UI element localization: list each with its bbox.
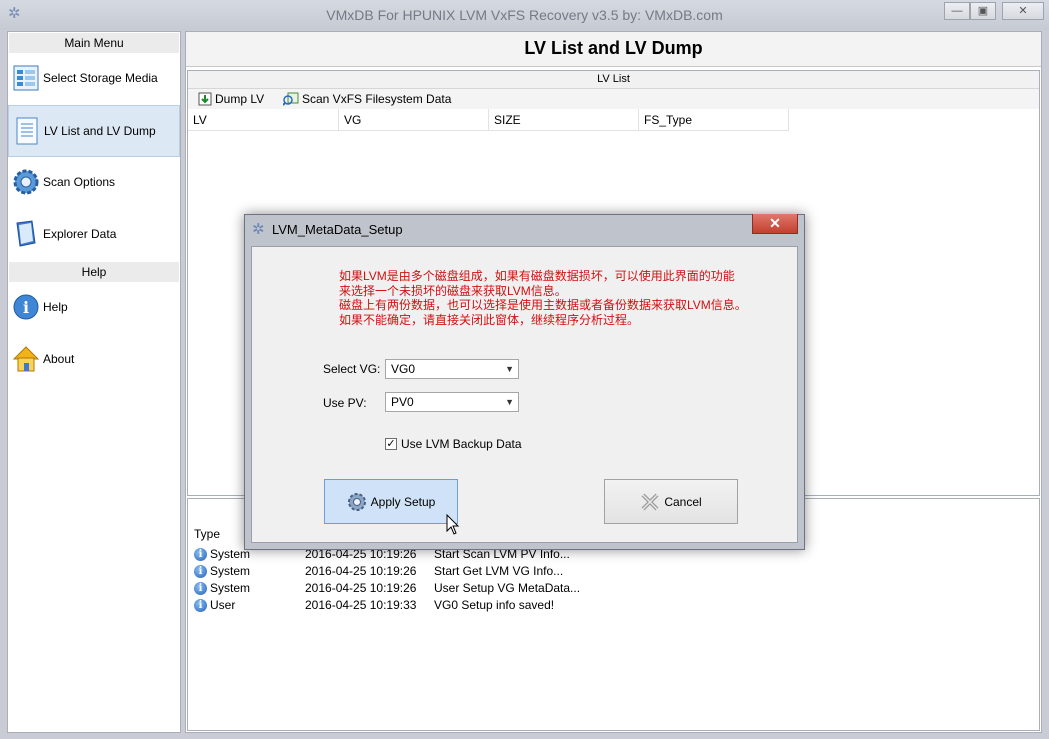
sidebar-item-help[interactable]: i Help [8,282,180,334]
backup-checkbox[interactable]: ✓ [385,438,397,450]
notice-text: 如果LVM是由多个磁盘组成，如果有磁盘数据损坏，可以使用此界面的功能 来选择一个… [339,269,747,327]
help-header: Help [9,262,179,282]
dialog-body: 如果LVM是由多个磁盘组成，如果有磁盘数据损坏，可以使用此界面的功能 来选择一个… [251,246,798,543]
home-icon [12,344,40,374]
notice-line: 如果不能确定，请直接关闭此窗体，继续程序分析过程。 [339,312,640,327]
column-header-size[interactable]: SIZE [489,109,639,131]
minimize-button[interactable]: — [944,2,970,20]
sidebar-item-label: LV List and LV Dump [44,124,156,138]
log-time: 2016-04-25 10:19:26 [305,564,417,578]
sidebar-item-scan-options[interactable]: Scan Options [8,157,180,209]
chevron-down-icon: ▼ [505,364,514,374]
title-bar: ✲ VMxDB For HPUNIX LVM VxFS Recovery v3.… [0,0,1049,30]
column-header-vg[interactable]: VG [339,109,489,131]
cancel-label: Cancel [664,494,702,509]
gear-icon [12,167,40,197]
book-icon [12,219,40,249]
lv-toolbar: Dump LV Scan VxFS Filesystem Data [188,89,1039,109]
sidebar-item-explorer-data[interactable]: Explorer Data [8,209,180,261]
page-title: LV List and LV Dump [186,32,1041,67]
dialog-close-button[interactable]: ✕ [752,214,798,234]
app-logo-icon: ✲ [252,221,265,238]
select-vg-dropdown[interactable]: VG0 ▼ [385,359,519,379]
chevron-down-icon: ▼ [505,397,514,407]
sidebar-item-lv-list[interactable]: LV List and LV Dump [8,105,180,157]
sidebar: Main Menu Select Storage Media LV List a… [7,31,181,733]
log-time: 2016-04-25 10:19:33 [305,598,417,612]
gear-icon [347,492,366,511]
log-time: 2016-04-25 10:19:26 [305,581,417,595]
sidebar-item-label: Select Storage Media [43,71,158,85]
select-vg-label: Select VG: [323,362,381,376]
info-icon: i [194,565,207,578]
use-pv-value: PV0 [391,395,414,409]
apply-setup-label: Apply Setup [370,494,436,509]
restore-button[interactable]: ▣ [970,2,996,20]
select-vg-value: VG0 [391,362,416,376]
log-type: System [210,564,251,578]
info-icon: i [12,292,40,322]
svg-text:i: i [23,298,29,317]
cancel-button[interactable]: Cancel [604,479,738,524]
log-message: VG0 Setup info saved! [434,598,555,612]
sidebar-item-label: Explorer Data [43,227,117,241]
scan-vxfs-label: Scan VxFS Filesystem Data [302,92,452,106]
column-header-lv[interactable]: LV [188,109,339,131]
storage-media-icon [12,63,40,93]
info-icon: i [194,582,207,595]
sidebar-item-label: About [43,352,75,366]
dump-lv-label: Dump LV [215,92,265,106]
log-type: User [210,598,236,612]
list-icon [13,116,41,146]
sidebar-item-about[interactable]: About [8,334,180,386]
window-title: VMxDB For HPUNIX LVM VxFS Recovery v3.5 … [326,7,723,23]
apply-setup-button[interactable]: Apply Setup [324,479,458,524]
dump-lv-button[interactable]: Dump LV [198,91,264,107]
sidebar-item-select-storage-media[interactable]: Select Storage Media [8,53,180,105]
log-type: System [210,581,251,595]
use-pv-label: Use PV: [323,396,367,410]
notice-line: 如果LVM是由多个磁盘组成，如果有磁盘数据损坏，可以使用此界面的功能 [339,269,735,283]
notice-line: 来选择一个未损坏的磁盘来获取LVM信息。 [339,283,567,298]
sidebar-item-label: Scan Options [43,175,116,189]
use-pv-dropdown[interactable]: PV0 ▼ [385,392,519,412]
dialog-title: LVM_MetaData_Setup [272,222,403,237]
sidebar-item-label: Help [43,300,68,314]
window-close-button[interactable]: ✕ [1002,2,1044,20]
main-menu-header: Main Menu [9,33,179,53]
column-header-fs-type[interactable]: FS_Type [639,109,789,131]
dump-icon [198,92,212,106]
backup-checkbox-row[interactable]: ✓ Use LVM Backup Data [385,437,522,451]
info-icon: i [194,548,207,561]
scan-vxfs-button[interactable]: Scan VxFS Filesystem Data [283,91,451,107]
close-icon [641,493,659,510]
notice-line: 磁盘上有两份数据，也可以选择是使用主数据或者备份数据来获取LVM信息。 [339,298,747,312]
log-message: Start Get LVM VG Info... [434,564,564,578]
backup-checkbox-label: Use LVM Backup Data [401,437,522,451]
scan-icon [283,92,299,106]
log-message: User Setup VG MetaData... [434,581,581,595]
lvm-metadata-setup-dialog: ✲ LVM_MetaData_Setup ✕ 如果LVM是由多个磁盘组成，如果有… [244,214,805,550]
info-icon: i [194,599,207,612]
lv-list-caption: LV List [188,71,1039,89]
mouse-cursor-icon [446,514,460,535]
